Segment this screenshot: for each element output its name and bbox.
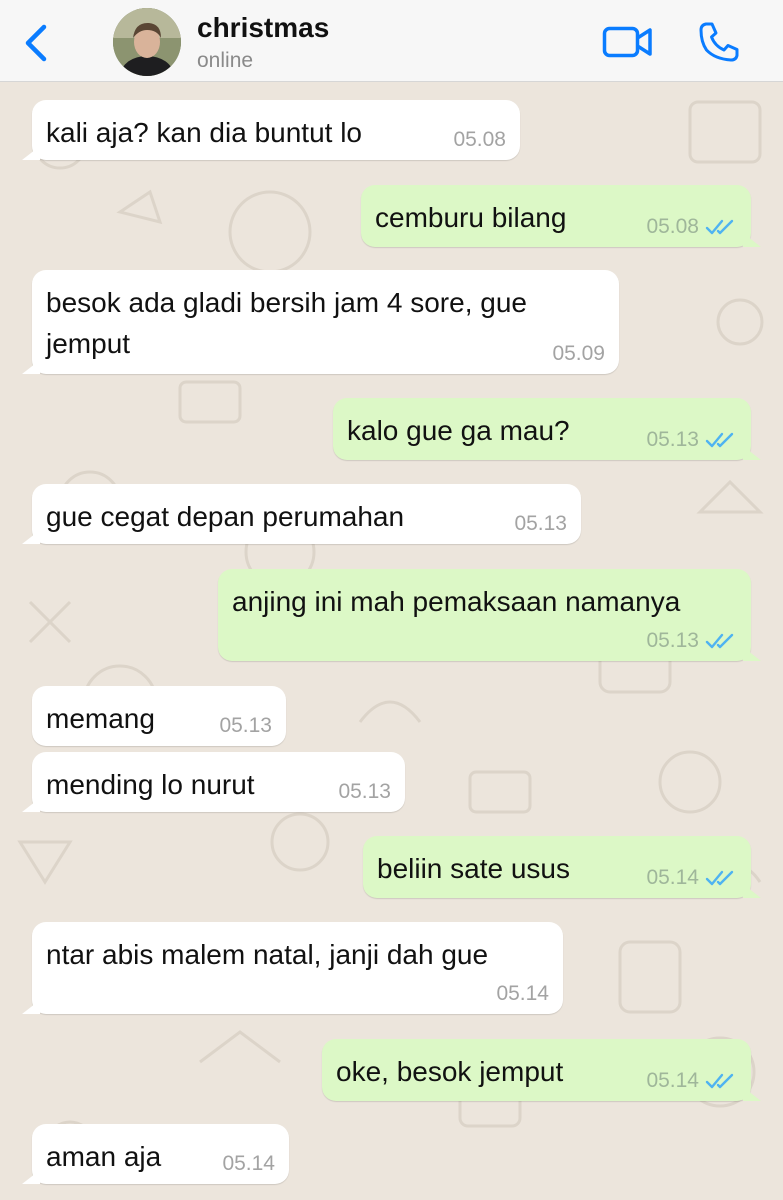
message-time: 05.08 (646, 215, 699, 238)
incoming-message[interactable]: kali aja? kan dia buntut lo 05.08 (22, 100, 520, 160)
outgoing-message[interactable]: cemburu bilang 05.08 (361, 185, 761, 247)
message-text: anjing ini mah pemaksaan namanya (232, 586, 681, 617)
voice-call-button[interactable] (697, 20, 741, 64)
contact-status: online (197, 49, 254, 72)
message-time: 05.14 (646, 866, 699, 889)
message-meta: 05.13 (338, 780, 391, 804)
back-button[interactable] (20, 22, 54, 64)
chevron-left-icon (25, 24, 47, 62)
double-check-icon (705, 633, 734, 649)
message-meta: 05.09 (552, 342, 605, 366)
chat-header: christmas online (0, 0, 783, 82)
avatar[interactable] (113, 8, 181, 76)
message-meta: 05.14 (646, 866, 737, 890)
message-time: 05.14 (496, 982, 549, 1005)
double-check-icon (705, 870, 734, 886)
message-meta: 05.13 (646, 629, 737, 653)
incoming-message[interactable]: ntar abis malem natal, janji dah gue 05.1… (22, 922, 563, 1014)
message-time: 05.14 (646, 1069, 699, 1092)
double-check-icon (705, 1073, 734, 1089)
message-time: 05.13 (338, 780, 391, 803)
message-time: 05.14 (222, 1152, 275, 1175)
incoming-message[interactable]: besok ada gladi bersih jam 4 sore, gue j… (22, 270, 619, 374)
message-meta: 05.13 (514, 512, 567, 536)
double-check-icon (705, 432, 734, 448)
message-meta: 05.13 (219, 714, 272, 738)
avatar-photo (113, 8, 181, 76)
message-meta: 05.08 (646, 215, 737, 239)
outgoing-message[interactable]: anjing ini mah pemaksaan namanya 05.13 (218, 569, 761, 661)
outgoing-message[interactable]: oke, besok jemput 05.14 (322, 1039, 761, 1101)
message-meta: 05.14 (222, 1152, 275, 1176)
message-time: 05.13 (219, 714, 272, 737)
message-meta: 05.13 (646, 428, 737, 452)
video-call-button[interactable] (602, 24, 654, 60)
message-time: 05.13 (514, 512, 567, 535)
message-time: 05.13 (646, 629, 699, 652)
message-time: 05.13 (646, 428, 699, 451)
contact-name[interactable]: christmas (197, 12, 329, 44)
incoming-message[interactable]: memang 05.13 (32, 686, 286, 746)
double-check-icon (705, 219, 734, 235)
incoming-message[interactable]: gue cegat depan perumahan 05.13 (22, 484, 581, 544)
outgoing-message[interactable]: beliin sate usus 05.14 (363, 836, 761, 898)
message-text: kali aja? kan dia buntut lo (46, 117, 362, 148)
message-text: gue cegat depan perumahan (46, 501, 405, 532)
message-text: ntar abis malem natal, janji dah gue (46, 939, 489, 970)
message-meta: 05.14 (496, 982, 549, 1006)
outgoing-message[interactable]: kalo gue ga mau? 05.13 (333, 398, 761, 460)
video-camera-icon (602, 26, 652, 58)
message-time: 05.09 (552, 342, 605, 365)
message-list[interactable]: kali aja? kan dia buntut lo 05.08 cemburu … (0, 82, 783, 1200)
message-meta: 05.14 (646, 1069, 737, 1093)
incoming-message[interactable]: mending lo nurut 05.13 (22, 752, 405, 812)
incoming-message[interactable]: aman aja 05.14 (22, 1124, 289, 1184)
phone-icon (699, 22, 739, 62)
message-time: 05.08 (453, 128, 506, 151)
message-meta: 05.08 (453, 128, 506, 152)
message-text: besok ada gladi bersih jam 4 sore, gue j… (46, 287, 527, 359)
